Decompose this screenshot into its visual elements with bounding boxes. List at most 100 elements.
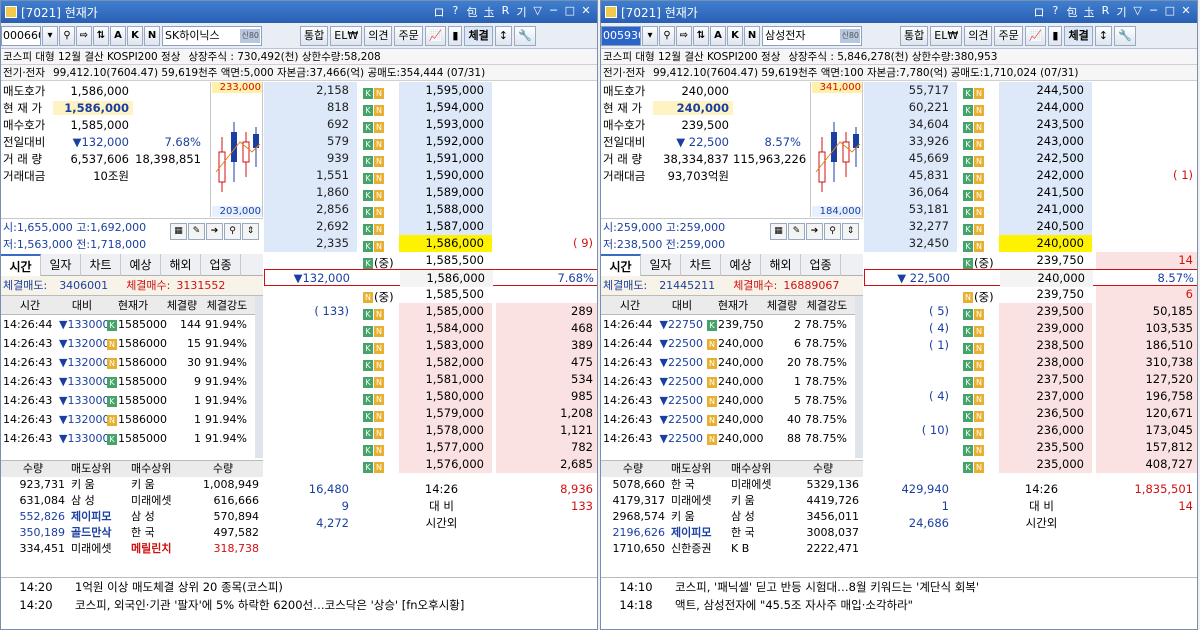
- orderbook-row[interactable]: K (중) 239,750 14: [864, 252, 1197, 270]
- news-item[interactable]: 14:20 1억원 이상 매도체결 상위 20 종목(코스피): [1, 578, 597, 596]
- orderbook-row[interactable]: 4,272 시간외: [264, 515, 597, 532]
- wrench-icon[interactable]: 🔧: [1113, 25, 1136, 46]
- sell-broker[interactable]: 키 움: [667, 509, 727, 525]
- table-row[interactable]: 14:26:43 ▼133000 K 1585000 9 91.94%: [1, 372, 263, 391]
- table-row[interactable]: 14:26:43 ▼132000 N 1586000 15 91.94%: [1, 334, 263, 353]
- buy-broker[interactable]: 한 국: [127, 525, 187, 541]
- buy-broker[interactable]: K B: [727, 541, 787, 557]
- orderbook-row[interactable]: ( 133) K N 1,585,000 289: [264, 303, 597, 320]
- buy-broker[interactable]: 삼 성: [727, 509, 787, 525]
- orderbook-row[interactable]: K N 1,579,000 1,208: [264, 405, 597, 422]
- title-control-4-icon[interactable]: R: [1100, 4, 1110, 20]
- sort-icon[interactable]: ⇅: [693, 25, 709, 46]
- orderbook-row[interactable]: 1 대 비 14: [864, 498, 1197, 515]
- title-control-1-icon[interactable]: ?: [1050, 4, 1060, 20]
- orderbook-row[interactable]: 45,831 K N 242,000( 1): [864, 167, 1197, 184]
- title-control-7-icon[interactable]: ─: [549, 4, 559, 20]
- orderbook-row[interactable]: ( 4) K N 237,000 196,758: [864, 388, 1197, 405]
- arrow-right-icon[interactable]: ➔: [206, 223, 223, 240]
- buy-broker[interactable]: 미래에셋: [127, 493, 187, 509]
- trade-scrollbar[interactable]: [255, 296, 263, 458]
- title-control-4-icon[interactable]: R: [500, 4, 510, 20]
- order-button[interactable]: 주문: [994, 25, 1023, 46]
- orderbook-row[interactable]: 33,926 K N 243,000: [864, 133, 1197, 150]
- title-bar[interactable]: [7021] 현재가 ロ? 包圡 R 기 ▽ ─ □ ✕: [1, 1, 597, 23]
- bars-icon[interactable]: ▮: [448, 25, 463, 46]
- stock-name-input[interactable]: SK하이닉스 신80: [162, 25, 262, 46]
- order-button[interactable]: 주문: [394, 25, 423, 46]
- title-control-6-icon[interactable]: ▽: [1133, 4, 1143, 20]
- arrow-right-icon[interactable]: ➔: [806, 223, 823, 240]
- buy-broker[interactable]: 키 움: [727, 493, 787, 509]
- link-icon[interactable]: ⇨: [676, 25, 692, 46]
- orderbook-row[interactable]: 16,480 14:26 8,936: [264, 481, 597, 498]
- tab-2[interactable]: 차트: [81, 254, 121, 276]
- title-control-9-icon[interactable]: ✕: [581, 4, 591, 20]
- orderbook-row[interactable]: 1,551 K N 1,590,000: [264, 167, 597, 184]
- bars-icon[interactable]: ▮: [1048, 25, 1063, 46]
- orderbook-row[interactable]: N (중) 239,750 6: [864, 286, 1197, 304]
- table-row[interactable]: 14:26:44 ▼133000 K 1585000 144 91.94%: [1, 315, 263, 334]
- table-row[interactable]: 14:26:43 ▼22500 N 240,000 5 78.75%: [601, 391, 863, 410]
- tab-1[interactable]: 일자: [41, 254, 81, 276]
- elw-button[interactable]: EL₩: [930, 25, 963, 46]
- sell-broker[interactable]: 신한증권: [667, 541, 727, 557]
- search-icon[interactable]: ⚲: [659, 25, 675, 46]
- sort-icon[interactable]: ⇅: [93, 25, 109, 46]
- orderbook-row[interactable]: ▼ 22,500 240,000 8.57%: [864, 269, 1197, 287]
- calculator-icon[interactable]: ▦: [170, 223, 187, 240]
- orderbook-row[interactable]: K N 1,577,000 782: [264, 439, 597, 456]
- orderbook-row[interactable]: 579 K N 1,592,000: [264, 133, 597, 150]
- title-control-3-icon[interactable]: 圡: [1083, 4, 1094, 20]
- calculator-icon[interactable]: ▦: [770, 223, 787, 240]
- news-item[interactable]: 14:10 코스피, '패닉셀' 딛고 반등 시험대…8월 키워드는 '계단식 회…: [601, 578, 1197, 596]
- sell-broker[interactable]: 미래에셋: [67, 541, 127, 557]
- orderbook-row[interactable]: 32,277 K N 240,500: [864, 218, 1197, 235]
- edit-icon[interactable]: ✎: [788, 223, 805, 240]
- table-row[interactable]: 14:26:44 ▼22500 N 240,000 6 78.75%: [601, 334, 863, 353]
- buy-broker[interactable]: 미래에셋: [727, 477, 787, 493]
- filter-k-button[interactable]: K: [727, 25, 743, 46]
- sell-broker[interactable]: 제이피모: [67, 509, 127, 525]
- orderbook-row[interactable]: 2,335 K N 1,586,000( 9): [264, 235, 597, 252]
- trade-tick-table[interactable]: 시간 대비 현재가 체결량 체결강도 14:26:44 ▼22750 K 239,75…: [601, 295, 863, 458]
- zoom-icon[interactable]: ⚲: [224, 223, 241, 240]
- stock-code-input[interactable]: 000660: [1, 25, 41, 46]
- integrated-button[interactable]: 통합: [900, 25, 929, 46]
- orderbook-row[interactable]: 692 K N 1,593,000: [264, 116, 597, 133]
- orderbook-row[interactable]: ▼132,000 1,586,000 7.68%: [264, 269, 597, 287]
- opinion-button[interactable]: 의견: [964, 25, 993, 46]
- tab-3[interactable]: 예상: [121, 254, 161, 276]
- orderbook-row[interactable]: K N 1,578,000 1,121: [264, 422, 597, 439]
- spin-icon[interactable]: ⇕: [242, 223, 259, 240]
- spin-icon[interactable]: ⇕: [842, 223, 859, 240]
- sell-broker[interactable]: 한 국: [667, 477, 727, 493]
- title-control-6-icon[interactable]: ▽: [533, 4, 543, 20]
- execution-button[interactable]: 체결: [464, 25, 493, 46]
- title-control-0-icon[interactable]: ロ: [433, 4, 444, 20]
- news-item[interactable]: 14:18 액트, 삼성전자에 "45.5조 자사주 매입·소각하라": [601, 596, 1197, 614]
- table-row[interactable]: 14:26:43 ▼22500 N 240,000 1 78.75%: [601, 372, 863, 391]
- dropdown-arrow-icon[interactable]: ▾: [642, 25, 658, 46]
- title-control-8-icon[interactable]: □: [1165, 4, 1175, 20]
- stock-code-input[interactable]: 005930: [601, 25, 641, 46]
- table-row[interactable]: 14:26:43 ▼132000 N 1586000 30 91.94%: [1, 353, 263, 372]
- trade-tick-table[interactable]: 시간 대비 현재가 체결량 체결강도 14:26:44 ▼133000 K 15850…: [1, 295, 263, 458]
- updown-icon[interactable]: ↕: [1094, 25, 1112, 46]
- opinion-button[interactable]: 의견: [364, 25, 393, 46]
- filter-n-button[interactable]: N: [744, 25, 760, 46]
- edit-icon[interactable]: ✎: [188, 223, 205, 240]
- orderbook-row[interactable]: 24,686 시간외: [864, 515, 1197, 532]
- orderbook-row[interactable]: 36,064 K N 241,500: [864, 184, 1197, 201]
- orderbook-row[interactable]: K (중) 1,585,500: [264, 252, 597, 270]
- orderbook-row[interactable]: 818 K N 1,594,000: [264, 99, 597, 116]
- filter-a-button[interactable]: A: [710, 25, 726, 46]
- order-book[interactable]: 2,158 K N 1,595,000 818 K N 1,594,000 692 K N 1,593…: [264, 82, 597, 577]
- title-control-5-icon[interactable]: 기: [1116, 4, 1126, 20]
- buy-broker[interactable]: 키 움: [127, 477, 187, 493]
- orderbook-row[interactable]: N (중) 1,585,500: [264, 286, 597, 304]
- tab-2[interactable]: 차트: [681, 254, 721, 276]
- title-control-2-icon[interactable]: 包: [466, 4, 477, 20]
- orderbook-row[interactable]: K N 1,581,000 534: [264, 371, 597, 388]
- zoom-icon[interactable]: ⚲: [824, 223, 841, 240]
